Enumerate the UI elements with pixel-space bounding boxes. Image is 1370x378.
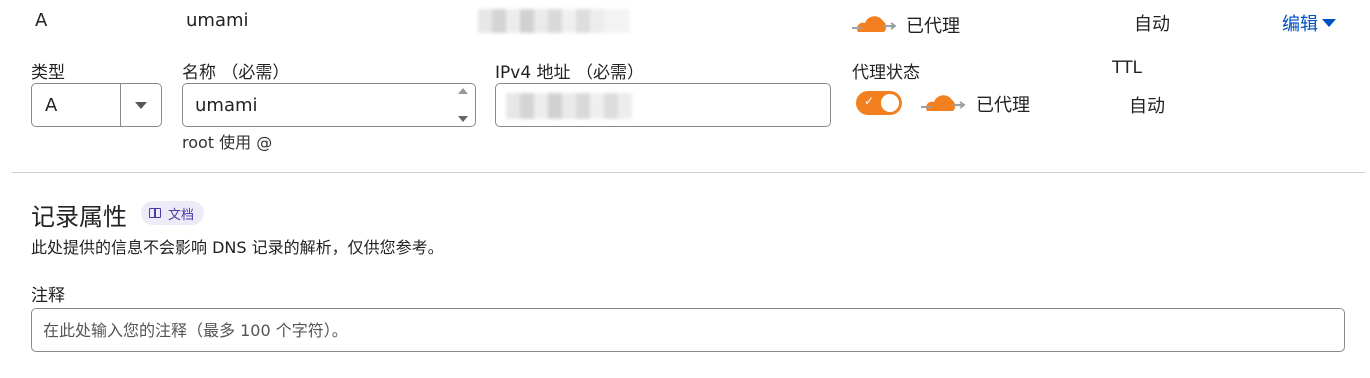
edit-label: 编辑 <box>1282 14 1318 35</box>
proxy-toggle[interactable]: ✓ <box>856 91 902 115</box>
chevron-down-icon <box>1322 19 1336 27</box>
type-label: 类型 <box>31 63 65 83</box>
docs-link-label: 文档 <box>168 207 195 223</box>
record-ttl: 自动 <box>1134 14 1170 35</box>
name-hint: root 使用 @ <box>182 133 273 152</box>
section-title: 记录属性 <box>31 203 127 231</box>
ipv4-input[interactable] <box>495 83 831 127</box>
ttl-value: 自动 <box>1129 96 1165 117</box>
record-content-redacted <box>478 9 630 33</box>
docs-link[interactable]: 文档 <box>141 201 205 225</box>
comment-label: 注释 <box>31 286 65 306</box>
ipv4-value-redacted <box>506 93 632 119</box>
comment-field[interactable] <box>31 308 1345 352</box>
cloud-icon <box>852 16 896 32</box>
book-icon <box>149 208 161 218</box>
section-description: 此处提供的信息不会影响 DNS 记录的解析，仅供您参考。 <box>31 238 444 257</box>
record-proxy-status: 已代理 <box>850 12 960 38</box>
type-select-toggle[interactable] <box>120 84 161 126</box>
record-name: umami <box>186 10 249 31</box>
proxy-status-label: 代理状态 <box>852 63 920 83</box>
record-type: A <box>35 10 48 31</box>
type-select-value: A <box>45 95 58 116</box>
toggle-knob <box>881 94 899 112</box>
name-input-value: umami <box>195 95 258 116</box>
check-icon: ✓ <box>864 94 875 108</box>
proxy-status-text: 已代理 <box>906 16 960 37</box>
type-select[interactable]: A <box>31 83 162 127</box>
ipv4-label: IPv4 地址 （必需） <box>495 63 644 83</box>
edit-button[interactable]: 编辑 <box>1282 10 1336 36</box>
comment-input[interactable] <box>32 309 1344 351</box>
name-input-stepper[interactable] <box>455 88 471 122</box>
name-label: 名称 （必需） <box>182 63 290 83</box>
chevron-down-icon <box>135 101 147 109</box>
cloud-icon <box>921 95 966 111</box>
proxy-status-indicator: 已代理 <box>918 91 1030 117</box>
chevron-up-icon <box>458 88 468 94</box>
divider <box>12 172 1365 173</box>
chevron-down-icon <box>458 116 468 122</box>
name-input[interactable]: umami <box>182 83 476 127</box>
ttl-label: TTL <box>1112 58 1142 78</box>
proxy-status-value: 已代理 <box>976 95 1030 116</box>
